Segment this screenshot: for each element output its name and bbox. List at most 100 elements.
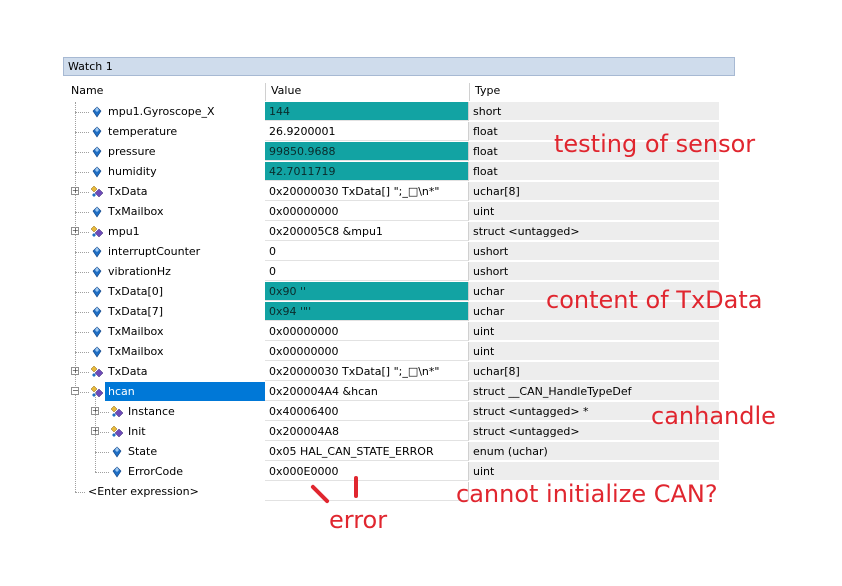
row-type: uint <box>469 462 719 481</box>
row-name[interactable]: mpu1.Gyroscope_X <box>105 102 218 121</box>
row-value[interactable]: 0x20000030 TxData[] ";_□\n*" <box>265 362 469 381</box>
row-type: uchar[8] <box>469 182 719 201</box>
variable-icon <box>92 106 102 118</box>
row-type: enum (uchar) <box>469 442 719 461</box>
column-header-type[interactable]: Type <box>471 81 719 101</box>
tree-guide-line <box>75 132 89 133</box>
collapse-icon[interactable]: − <box>71 387 79 395</box>
row-name[interactable]: TxMailbox <box>105 202 166 221</box>
annotation-content-of-txdata: content of TxData <box>546 286 763 314</box>
variable-icon <box>92 306 102 318</box>
variable-icon <box>92 346 102 358</box>
name-cell: + Init <box>63 412 265 442</box>
watch-row[interactable]: + mpu1 0x200005C8 &mpu1 struct <untagged> <box>63 222 719 242</box>
variable-icon <box>92 286 102 298</box>
row-value[interactable]: 99850.9688 <box>265 142 469 161</box>
watch-row[interactable]: + Instance 0x40006400 struct <untagged> * <box>63 392 719 422</box>
struct-icon <box>91 226 103 238</box>
row-name[interactable]: temperature <box>105 122 180 141</box>
variable-icon <box>92 326 102 338</box>
row-name[interactable]: TxData <box>105 362 151 381</box>
name-cell: State <box>63 432 265 462</box>
annotation-stroke <box>354 476 358 498</box>
expand-icon[interactable]: + <box>71 187 79 195</box>
row-name[interactable]: Init <box>125 422 149 441</box>
name-cell: mpu1.Gyroscope_X <box>63 102 265 122</box>
watch-row[interactable]: + TxData 0x20000030 TxData[] ";_□\n*" uchar… <box>63 362 719 382</box>
row-type: ushort <box>469 242 719 261</box>
expand-icon[interactable]: + <box>71 367 79 375</box>
struct-icon <box>111 426 123 438</box>
row-value[interactable]: 0x200005C8 &mpu1 <box>265 222 469 241</box>
row-value[interactable]: 0x05 HAL_CAN_STATE_ERROR <box>265 442 469 461</box>
column-divider[interactable] <box>265 83 266 101</box>
row-name[interactable]: pressure <box>105 142 159 161</box>
row-value[interactable]: 0x90 '' <box>265 282 469 301</box>
watch-row[interactable]: + Init 0x200004A8 struct <untagged> <box>63 412 719 442</box>
column-header-value[interactable]: Value <box>267 81 469 101</box>
watch-row[interactable]: humidity 42.7011719 float <box>63 162 719 182</box>
watch-window-title[interactable]: Watch 1 <box>63 57 735 76</box>
watch-row[interactable]: vibrationHz 0 ushort <box>63 262 719 282</box>
struct-icon <box>91 186 103 198</box>
row-value[interactable]: 0x000E0000 <box>265 462 469 481</box>
row-value[interactable]: 0 <box>265 242 469 261</box>
row-name[interactable]: TxData[7] <box>105 302 166 321</box>
row-value[interactable]: 144 <box>265 102 469 121</box>
row-type: ushort <box>469 262 719 281</box>
row-name[interactable]: TxMailbox <box>105 322 166 341</box>
name-cell: interruptCounter <box>63 242 265 262</box>
tree-guide-line <box>75 212 89 213</box>
watch-window: Watch 1 Name Value Type mpu1.Gyroscope_X… <box>63 57 735 503</box>
watch-row[interactable]: mpu1.Gyroscope_X 144 short <box>63 102 719 122</box>
row-type: struct <untagged> <box>469 222 719 241</box>
row-value[interactable]: 0 <box>265 262 469 281</box>
watch-row[interactable]: TxMailbox 0x00000000 uint <box>63 342 719 362</box>
tree-guide-line <box>75 252 89 253</box>
watch-row[interactable]: − hcan 0x200004A4 &hcan struct __CAN_Handle… <box>63 382 719 402</box>
row-value[interactable]: 0x00000000 <box>265 322 469 341</box>
watch-row[interactable]: interruptCounter 0 ushort <box>63 242 719 262</box>
struct-icon <box>111 406 123 418</box>
row-name[interactable]: mpu1 <box>105 222 143 241</box>
row-name[interactable]: TxData[0] <box>105 282 166 301</box>
name-cell: − hcan <box>63 382 265 402</box>
row-value[interactable]: 0x40006400 <box>265 402 469 421</box>
watch-row[interactable]: State 0x05 HAL_CAN_STATE_ERROR enum (uchar… <box>63 432 719 462</box>
row-name[interactable]: ErrorCode <box>125 462 186 481</box>
row-value[interactable]: 0x20000030 TxData[] ";_□\n*" <box>265 182 469 201</box>
tree-guide-line <box>75 292 89 293</box>
row-name[interactable]: TxData <box>105 182 151 201</box>
row-value[interactable]: 26.9200001 <box>265 122 469 141</box>
row-name[interactable]: State <box>125 442 160 461</box>
row-value[interactable]: 0x00000000 <box>265 202 469 221</box>
row-name[interactable]: interruptCounter <box>105 242 203 261</box>
watch-row[interactable]: TxMailbox 0x00000000 uint <box>63 202 719 222</box>
watch-row[interactable]: + TxData 0x20000030 TxData[] ";_□\n*" uchar… <box>63 182 719 202</box>
row-name[interactable]: hcan <box>105 382 265 401</box>
row-name[interactable]: vibrationHz <box>105 262 174 281</box>
column-header-name[interactable]: Name <box>67 81 265 101</box>
tree-guide-line <box>75 272 89 273</box>
watch-row[interactable]: TxMailbox 0x00000000 uint <box>63 322 719 342</box>
row-name[interactable]: humidity <box>105 162 160 181</box>
watch-row[interactable]: ErrorCode 0x000E0000 uint <box>63 452 719 482</box>
annotation-cannot-initialize-can: cannot initialize CAN? <box>456 480 718 508</box>
row-value[interactable]: 0x00000000 <box>265 342 469 361</box>
row-value[interactable]: 42.7011719 <box>265 162 469 181</box>
column-divider[interactable] <box>469 83 470 101</box>
row-value[interactable]: 0x200004A4 &hcan <box>265 382 469 401</box>
row-type: struct __CAN_HandleTypeDef <box>469 382 719 401</box>
row-name[interactable]: Instance <box>125 402 178 421</box>
row-value[interactable]: 0x94 '"' <box>265 302 469 321</box>
expand-icon[interactable]: + <box>71 227 79 235</box>
row-type: uint <box>469 342 719 361</box>
row-value[interactable]: 0x200004A8 <box>265 422 469 441</box>
name-cell: temperature <box>63 122 265 142</box>
variable-icon <box>112 446 122 458</box>
row-value[interactable] <box>265 482 469 501</box>
row-name[interactable]: <Enter expression> <box>85 482 202 501</box>
row-name[interactable]: TxMailbox <box>105 342 166 361</box>
name-cell: + TxData <box>63 182 265 202</box>
name-cell: TxMailbox <box>63 322 265 342</box>
